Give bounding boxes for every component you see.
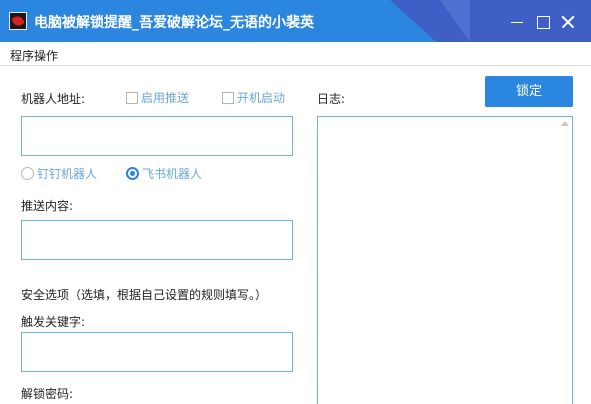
radio-feishu-label: 飞书机器人 [142,167,203,181]
scroll-up-icon[interactable] [561,121,569,126]
autostart-checkbox[interactable]: 开机启动 [222,89,285,106]
enable-push-box[interactable] [126,91,138,104]
trigger-keyword-input[interactable] [21,332,293,372]
log-label: 日志: [317,92,346,106]
radio-feishu-robot[interactable]: 飞书机器人 [126,165,202,182]
lock-button[interactable]: 锁定 [485,76,573,107]
title-decoration [390,0,436,42]
unlock-password-label: 解锁密码: [21,387,74,401]
radio-dingtalk-label: 钉钉机器人 [37,167,98,181]
push-content-label: 推送内容: [21,199,74,213]
enable-push-checkbox[interactable]: 启用推送 [126,89,189,106]
radio-button-selected[interactable] [126,167,139,180]
security-options-label: 安全选项（选填，根据自己设置的规则填写。） [21,288,268,302]
close-icon[interactable] [560,14,576,30]
menu-item-program-operations[interactable]: 程序操作 [10,47,58,64]
radio-dingtalk-robot[interactable]: 钉钉机器人 [21,165,97,182]
window-title: 电脑被解锁提醒_吾爱破解论坛_无语的小裴英 [34,15,314,31]
enable-push-label: 启用推送 [141,91,190,105]
title-bar[interactable]: 电脑被解锁提醒_吾爱破解论坛_无语的小裴英 [0,0,591,42]
title-decoration [440,0,470,42]
robot-address-input[interactable] [21,116,293,156]
app-icon [9,12,27,30]
autostart-box[interactable] [222,91,234,104]
autostart-label: 开机启动 [237,91,286,105]
minimize-icon[interactable] [509,14,525,30]
robot-address-label: 机器人地址: [21,92,86,106]
radio-button[interactable] [21,167,34,180]
maximize-icon[interactable] [535,14,551,30]
push-content-input[interactable] [21,220,293,260]
trigger-keyword-label: 触发关键字: [21,315,86,329]
menu-bar: 程序操作 [0,42,591,66]
log-textarea[interactable] [317,116,573,404]
